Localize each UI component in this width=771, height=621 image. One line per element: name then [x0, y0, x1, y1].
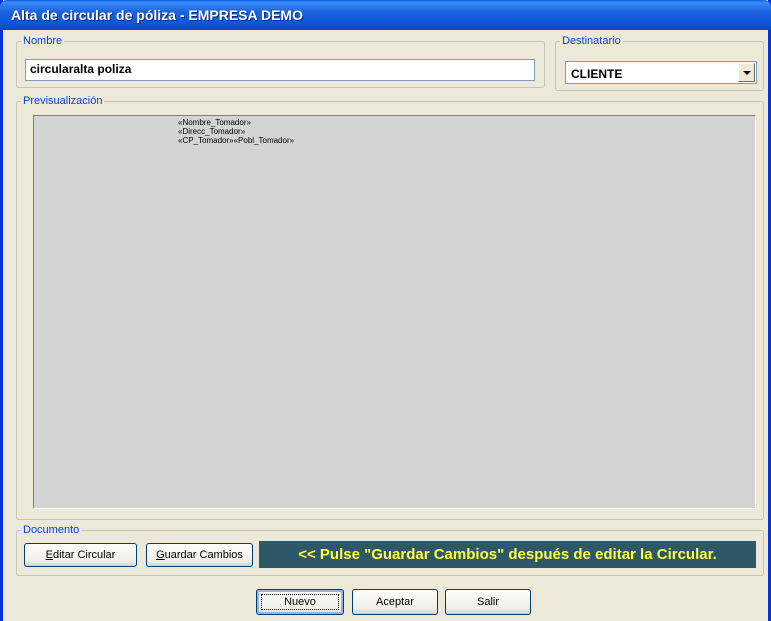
- guardar-hint-banner: << Pulse "Guardar Cambios" después de ed…: [259, 541, 756, 568]
- aceptar-label: Aceptar: [376, 596, 414, 608]
- nuevo-button[interactable]: Nuevo: [256, 589, 344, 615]
- guardar-cambios-button[interactable]: Guardar Cambios: [146, 543, 253, 567]
- preview-field-direccion: «Direcc_Tomador»: [178, 127, 246, 136]
- preview-field-cp-poblacion: «CP_Tomador»«Pobl_Tomador»: [178, 136, 295, 145]
- nombre-input[interactable]: circularalta poliza: [25, 59, 535, 81]
- preview-legend: Previsualización: [23, 95, 103, 107]
- dialog-window: Alta de circular de póliza - EMPRESA DEM…: [0, 0, 771, 621]
- destinatario-legend: Destinatario: [562, 35, 621, 47]
- guardar-label: uardar Cambios: [164, 549, 243, 561]
- aceptar-button[interactable]: Aceptar: [352, 589, 438, 615]
- chevron-down-icon[interactable]: [738, 63, 755, 82]
- guardar-mnemonic: G: [156, 549, 165, 561]
- title-bar[interactable]: Alta de circular de póliza - EMPRESA DEM…: [0, 0, 771, 30]
- preview-field-nombre: «Nombre_Tomador»: [178, 118, 251, 127]
- destinatario-value: CLIENTE: [571, 67, 623, 81]
- salir-label: Salir: [476, 596, 499, 608]
- window-title: Alta de circular de póliza - EMPRESA DEM…: [11, 7, 303, 23]
- documento-legend: Documento: [23, 524, 80, 536]
- editar-mnemonic: E: [45, 549, 53, 561]
- nuevo-label: Nuevo: [284, 596, 316, 608]
- salir-button[interactable]: Salir: [445, 589, 531, 615]
- destinatario-select[interactable]: CLIENTE: [565, 61, 757, 84]
- editar-circular-button[interactable]: Editar Circular: [24, 543, 137, 567]
- nombre-legend: Nombre: [23, 35, 63, 47]
- preview-area[interactable]: «Nombre_Tomador» «Direcc_Tomador» «CP_To…: [33, 115, 756, 509]
- editar-label: ditar Circular: [52, 549, 116, 561]
